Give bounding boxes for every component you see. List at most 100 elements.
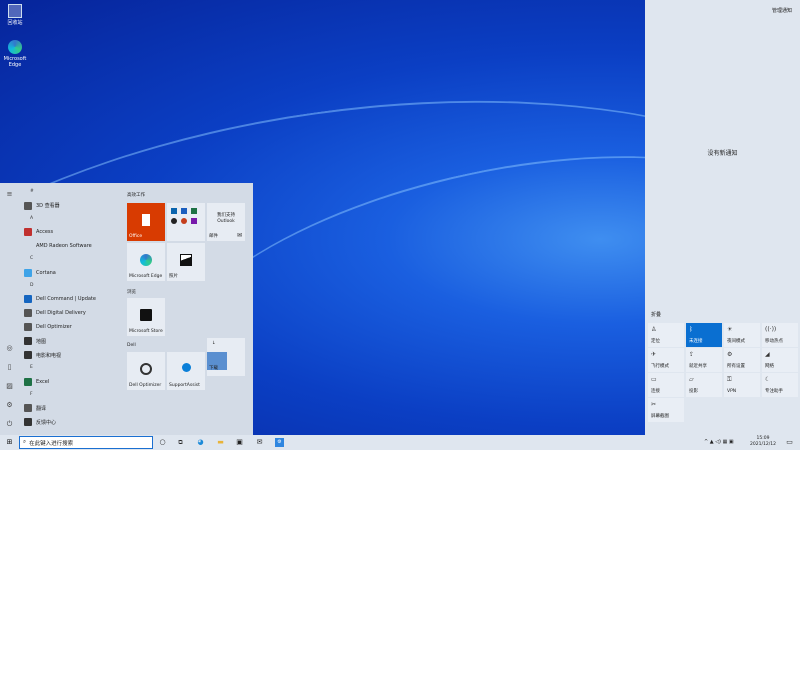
taskbar: ⊞ ⌕ 在此键入进行搜索 ○ ⧉ ◕ ▬ ▣ ✉ ⚙ ^ ▲ ◁) ▦ ▣ 15:… [0, 435, 800, 450]
quick-action-tile[interactable]: ✂ 屏幕截图 [648, 398, 684, 422]
tile-download[interactable]: ↓ 下载 [207, 338, 245, 376]
quick-action-label: 飞行模式 [651, 364, 669, 369]
outlook-promo: 我们支持 Outlook [207, 213, 245, 225]
pictures-icon[interactable]: ▨ [5, 382, 14, 391]
quick-action-tile[interactable]: ⇪ 就近共享 [686, 348, 722, 372]
quick-action-tile[interactable]: ☾ 专注助手 [762, 373, 798, 397]
tile-edge[interactable]: Microsoft Edge [127, 243, 165, 281]
quick-action-icon: ☀ [727, 326, 733, 333]
supportassist-icon [182, 363, 191, 372]
promo-line: Outlook [217, 219, 235, 224]
recycle-bin-icon[interactable]: 回收站 [0, 4, 30, 26]
quick-action-icon: ⚿ [727, 376, 732, 383]
app-list-item[interactable]: Dell Digital Delivery [24, 308, 86, 318]
app-icon [24, 268, 32, 277]
app-list-item[interactable]: 电影和电视 [24, 350, 61, 360]
quick-action-icon: ☾ [765, 376, 771, 383]
clock[interactable]: 15:09 2021/12/12 [750, 436, 776, 448]
quick-action-tile[interactable]: ᛒ 未连接 [686, 323, 722, 347]
app-list-item[interactable]: Dell Optimizer [24, 322, 72, 332]
quick-action-tile[interactable]: ☀ 夜间模式 [724, 323, 760, 347]
app-list-item[interactable]: Access [24, 227, 53, 237]
tile-mail[interactable]: 我们支持 Outlook 邮件 ✉ [207, 203, 245, 241]
quick-action-label: VPN [727, 389, 737, 394]
windows-start-icon[interactable]: ⊞ [5, 438, 14, 447]
tile-dell-optimizer[interactable]: Dell Optimizer [127, 352, 165, 390]
quick-action-label: 未连接 [689, 339, 703, 344]
tile-label: 邮件 [209, 234, 218, 239]
group-label: 高效工作 [127, 193, 145, 198]
edge-desktop-label: Microsoft Edge [3, 56, 27, 68]
quick-action-tile[interactable]: ▭ 连接 [648, 373, 684, 397]
manage-notifications-link[interactable]: 管理通知 [772, 7, 792, 14]
quick-action-tile[interactable]: ((·)) 移动热点 [762, 323, 798, 347]
store-taskbar-icon[interactable]: ▣ [235, 438, 244, 447]
tile-office[interactable]: Office [127, 203, 165, 241]
mail-taskbar-icon[interactable]: ✉ [255, 438, 264, 447]
documents-icon[interactable]: ▯ [5, 363, 14, 372]
app-icon [24, 377, 32, 386]
edge-taskbar-icon[interactable]: ◕ [196, 438, 205, 447]
app-label: 翻译 [36, 405, 47, 412]
tile-store[interactable]: Microsoft Store [127, 298, 165, 336]
action-center-icon[interactable]: ▭ [785, 438, 794, 447]
quick-action-tile[interactable]: ✈ 飞行模式 [648, 348, 684, 372]
app-list-item[interactable]: AMD Radeon Software [24, 241, 92, 251]
tile-supportassist[interactable]: SupportAssist [167, 352, 205, 390]
quick-action-tile[interactable]: ♙ 定位 [648, 323, 684, 347]
user-icon[interactable]: ◎ [5, 344, 14, 353]
tile-photos[interactable]: 照片 [167, 243, 205, 281]
tile-label: 下载 [209, 366, 218, 371]
app-list-header: A [30, 215, 34, 221]
app-list-header: E [30, 365, 33, 370]
app-icon [24, 309, 32, 317]
search-box[interactable]: ⌕ 在此键入进行搜索 [19, 436, 153, 449]
app-list-item[interactable]: Dell Command | Update [24, 294, 96, 304]
app-icon [24, 228, 32, 236]
quick-action-tile[interactable]: ▱ 投影 [686, 373, 722, 397]
file-explorer-icon[interactable]: ▬ [216, 438, 225, 447]
app-icon [24, 418, 32, 426]
quick-action-tile[interactable]: ⚙ 所有设置 [724, 348, 760, 372]
app-label: 地图 [36, 338, 47, 345]
app-list-item[interactable]: 3D 查看器 [24, 201, 60, 211]
task-view-icon[interactable]: ⧉ [176, 438, 185, 447]
app-list-item[interactable]: Cortana [24, 268, 56, 278]
app-label: 反馈中心 [36, 419, 57, 426]
app-list-item[interactable]: 地图 [24, 336, 46, 346]
quick-action-icon: ♙ [651, 326, 657, 333]
app-list-header: # [30, 189, 34, 194]
quick-action-label: 投影 [689, 389, 698, 394]
tile-label: Office [129, 234, 143, 239]
store-icon [140, 309, 152, 321]
app-taskbar-icon[interactable]: ⚙ [275, 438, 284, 447]
quick-action-icon: ᛒ [689, 326, 693, 333]
app-list-item[interactable]: 翻译 [24, 403, 46, 413]
cortana-icon[interactable]: ○ [158, 438, 167, 447]
quick-action-label: 就近共享 [689, 364, 707, 369]
download-arrow-icon: ↓ [212, 341, 216, 346]
app-list-item[interactable]: Excel [24, 377, 49, 387]
app-label: 3D 查看器 [36, 203, 60, 209]
app-label: Access [36, 229, 54, 235]
app-list-header: C [30, 256, 34, 261]
quick-action-tile[interactable]: ◢ 网络 [762, 348, 798, 372]
app-list-header: F [30, 391, 33, 397]
date: 2021/12/12 [750, 442, 776, 447]
app-icon [24, 351, 32, 359]
power-icon[interactable]: ⏻ [5, 420, 14, 429]
photos-icon [180, 254, 192, 266]
edge-desktop-icon[interactable]: Microsoft Edge [0, 40, 30, 68]
app-list-item[interactable]: 反馈中心 [24, 417, 56, 427]
quick-action-icon: ▭ [651, 376, 657, 383]
quick-action-tile[interactable]: ⚿ VPN [724, 373, 760, 397]
app-label: Dell Optimizer [36, 324, 72, 330]
collapse-link[interactable]: 折叠 [651, 311, 661, 318]
system-tray-icons[interactable]: ^ ▲ ◁) ▦ ▣ [704, 439, 734, 445]
quick-action-icon: ⚙ [727, 351, 733, 358]
quick-action-icon: ✂ [651, 401, 657, 408]
tile-office-apps[interactable] [167, 203, 205, 241]
settings-icon[interactable]: ⚙ [5, 401, 14, 410]
start-left-rail: ≡ ◎ ▯ ▨ ⚙ ⏻ [0, 183, 18, 435]
hamburger-menu-icon[interactable]: ≡ [5, 190, 14, 199]
